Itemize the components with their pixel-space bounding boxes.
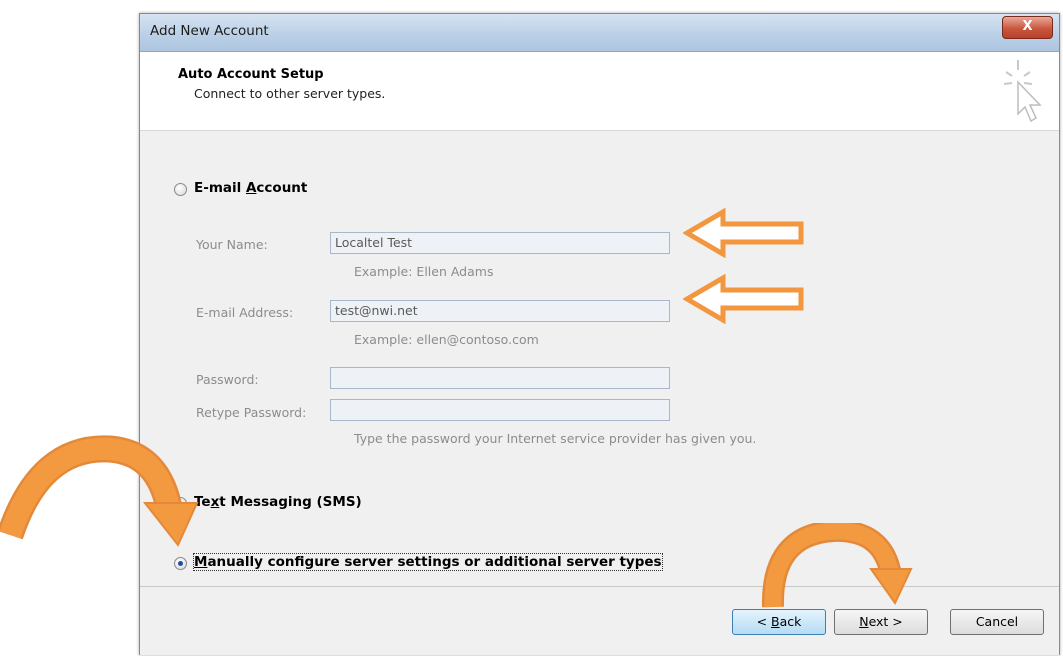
wizard-header: Auto Account Setup Connect to other serv… [140, 52, 1059, 131]
manual-config-label[interactable]: Manually configure server settings or ad… [193, 553, 663, 571]
email-account-label[interactable]: E-mail Account [194, 180, 307, 196]
add-account-dialog: Add New Account X Auto Account Setup Con… [139, 13, 1060, 655]
wizard-cursor-icon [1003, 60, 1042, 123]
your-name-label: Your Name: [196, 237, 268, 252]
header-title: Auto Account Setup [178, 67, 324, 82]
left-arrow-icon [683, 208, 804, 258]
password-hint: Type the password your Internet service … [354, 431, 757, 446]
email-address-example: Example: ellen@contoso.com [354, 332, 539, 347]
button-bar: < Back Next > Cancel [140, 586, 1059, 655]
window-title: Add New Account [150, 23, 269, 39]
password-label: Password: [196, 372, 259, 387]
header-subtitle: Connect to other server types. [194, 86, 386, 101]
email-account-radio[interactable] [174, 183, 187, 196]
manual-config-radio[interactable] [174, 557, 187, 570]
content-area: E-mail Account Your Name: Localtel Test … [140, 131, 1059, 586]
title-bar: Add New Account X [140, 14, 1059, 52]
email-address-field[interactable]: test@nwi.net [330, 300, 670, 322]
retype-password-field[interactable] [330, 399, 670, 421]
email-address-label: E-mail Address: [196, 305, 294, 320]
close-button[interactable]: X [1002, 16, 1053, 39]
your-name-example: Example: Ellen Adams [354, 264, 494, 279]
cancel-button[interactable]: Cancel [950, 609, 1044, 635]
curved-arrow-icon [761, 523, 913, 608]
left-arrow-icon [683, 274, 804, 324]
sms-label[interactable]: Text Messaging (SMS) [194, 494, 362, 510]
curved-arrow-icon [0, 435, 199, 547]
retype-password-label: Retype Password: [196, 405, 307, 420]
password-field[interactable] [330, 367, 670, 389]
your-name-field[interactable]: Localtel Test [330, 232, 670, 254]
